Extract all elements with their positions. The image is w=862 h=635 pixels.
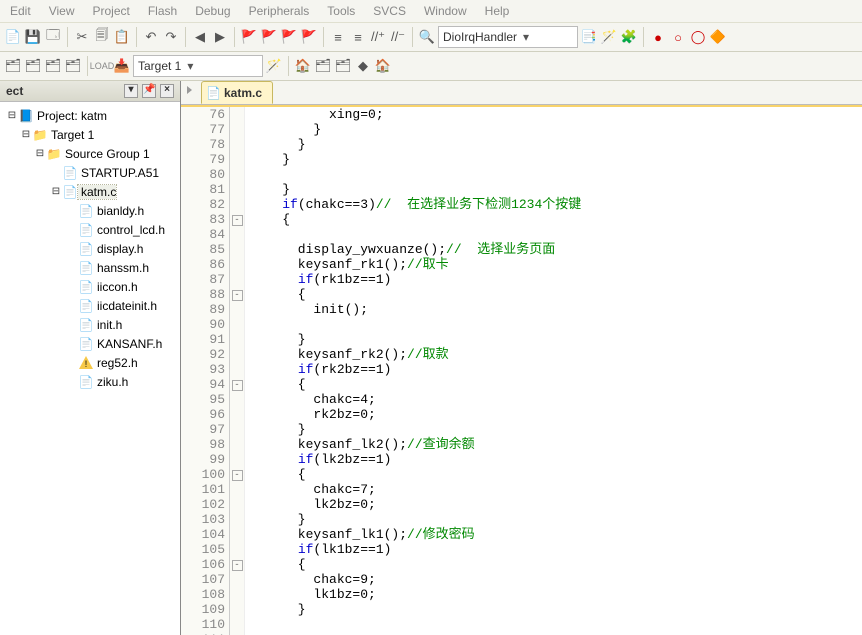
project-panel: ect ▾ 📌 × ⊟📘Project: katm⊟📁Target 1⊟📁Sou… bbox=[0, 81, 181, 635]
editor-tabbar: 📄 katm.c bbox=[181, 81, 862, 105]
find-icon[interactable]: 🔍 bbox=[418, 28, 436, 46]
menu-edit[interactable]: Edit bbox=[5, 4, 36, 18]
panel-pin-icon[interactable]: ▾ bbox=[124, 84, 138, 98]
tree-node[interactable]: 📄ziku.h bbox=[2, 372, 178, 391]
panel-close-icon[interactable]: × bbox=[160, 84, 174, 98]
function-combo[interactable]: DioIrqHandler ▾ bbox=[438, 26, 578, 48]
tab-katm-c[interactable]: 📄 katm.c bbox=[201, 81, 273, 104]
menu-view[interactable]: View bbox=[44, 4, 80, 18]
copy-icon[interactable]: 🗐 bbox=[93, 28, 111, 46]
tree-node[interactable]: ⊟📁Source Group 1 bbox=[2, 144, 178, 163]
target-combo-value: Target 1 bbox=[138, 59, 181, 73]
tree-node[interactable]: 📄iiccon.h bbox=[2, 277, 178, 296]
function-combo-value: DioIrqHandler bbox=[443, 30, 517, 44]
line-number-gutter: 7677787980818283848586878889909192939495… bbox=[181, 107, 230, 635]
bookmark-next-icon[interactable]: 🚩 bbox=[280, 28, 298, 46]
build-3-icon[interactable]: 🗂 bbox=[44, 57, 62, 75]
bookmark-flag-icon[interactable]: 🚩 bbox=[240, 28, 258, 46]
c-file-icon: 📄 bbox=[206, 86, 220, 100]
tree-node[interactable]: ⊟📁Target 1 bbox=[2, 125, 178, 144]
tree-node[interactable]: 📄bianldy.h bbox=[2, 201, 178, 220]
uncomment-icon[interactable]: //⁻ bbox=[389, 28, 407, 46]
tree-node[interactable]: 📄display.h bbox=[2, 239, 178, 258]
menu-flash[interactable]: Flash bbox=[143, 4, 182, 18]
fold-toggle[interactable]: - bbox=[232, 470, 243, 481]
chevron-down-icon: ▾ bbox=[187, 59, 193, 73]
back-icon[interactable]: ◀ bbox=[191, 28, 209, 46]
undo-icon[interactable]: ↶ bbox=[142, 28, 160, 46]
comment-icon[interactable]: //⁺ bbox=[369, 28, 387, 46]
menu-project[interactable]: Project bbox=[87, 4, 134, 18]
tree-node[interactable]: ⊟📘Project: katm bbox=[2, 106, 178, 125]
fold-toggle[interactable]: - bbox=[232, 560, 243, 571]
cut-icon[interactable]: ✂ bbox=[73, 28, 91, 46]
panel-title: ect bbox=[6, 84, 23, 98]
home-icon[interactable]: 🏠 bbox=[374, 57, 392, 75]
bookmark-prev-icon[interactable]: 🚩 bbox=[260, 28, 278, 46]
target-combo[interactable]: Target 1 ▾ bbox=[133, 55, 263, 77]
manage-3-icon[interactable]: ◆ bbox=[354, 57, 372, 75]
nav-2-icon[interactable]: 🧩 bbox=[620, 28, 638, 46]
build-4-icon[interactable]: 🗂 bbox=[64, 57, 82, 75]
menu-debug[interactable]: Debug bbox=[190, 4, 235, 18]
project-tree[interactable]: ⊟📘Project: katm⊟📁Target 1⊟📁Source Group … bbox=[0, 102, 180, 635]
manage-1-icon[interactable]: 🗂 bbox=[314, 57, 332, 75]
debug-bp2-icon[interactable]: ◯ bbox=[689, 28, 707, 46]
debug-gear-icon[interactable]: 🔶 bbox=[709, 28, 727, 46]
target-red-icon[interactable]: 🏠 bbox=[294, 57, 312, 75]
code-content[interactable]: xing=0; } } } } if(chakc==3)// 在选择业务下检测1… bbox=[245, 107, 862, 635]
tree-node[interactable]: 📄init.h bbox=[2, 315, 178, 334]
fold-toggle[interactable]: - bbox=[232, 215, 243, 226]
manage-2-icon[interactable]: 🗂 bbox=[334, 57, 352, 75]
outdent-icon[interactable]: ≡ bbox=[349, 28, 367, 46]
tree-node[interactable]: ⊟📄katm.c bbox=[2, 182, 178, 201]
menu-help[interactable]: Help bbox=[480, 4, 515, 18]
tree-node[interactable]: 📄iicdateinit.h bbox=[2, 296, 178, 315]
menu-peripherals[interactable]: Peripherals bbox=[244, 4, 315, 18]
svg-text:!: ! bbox=[85, 359, 88, 369]
open-icon[interactable]: 💾 bbox=[24, 28, 42, 46]
wand-icon[interactable]: 🪄 bbox=[600, 28, 618, 46]
bookmark-clear-icon[interactable]: 🚩 bbox=[300, 28, 318, 46]
load-icon[interactable]: LOAD bbox=[93, 57, 111, 75]
save-icon[interactable]: 🗔 bbox=[44, 28, 62, 46]
options-icon[interactable]: 🪄 bbox=[265, 57, 283, 75]
menubar: Edit View Project Flash Debug Peripherals Tool… bbox=[0, 0, 862, 23]
indent-icon[interactable]: ≡ bbox=[329, 28, 347, 46]
nav-1-icon[interactable]: 📑 bbox=[580, 28, 598, 46]
new-file-icon[interactable]: 📄 bbox=[4, 28, 22, 46]
fold-gutter[interactable]: - - - - - bbox=[230, 107, 245, 635]
download-icon[interactable]: 📥 bbox=[113, 57, 131, 75]
tree-node[interactable]: 📄STARTUP.A51 bbox=[2, 163, 178, 182]
tree-node[interactable]: 📄control_lcd.h bbox=[2, 220, 178, 239]
paste-icon[interactable]: 📋 bbox=[113, 28, 131, 46]
panel-grip-icon[interactable]: 📌 bbox=[142, 84, 156, 98]
redo-icon[interactable]: ↷ bbox=[162, 28, 180, 46]
toolbar-build: 🗂 🗂 🗂 🗂 LOAD 📥 Target 1 ▾ 🪄 🏠 🗂 🗂 ◆ 🏠 bbox=[0, 52, 862, 81]
build-2-icon[interactable]: 🗂 bbox=[24, 57, 42, 75]
fold-toggle[interactable]: - bbox=[232, 380, 243, 391]
menu-svcs[interactable]: SVCS bbox=[368, 4, 411, 18]
tree-node[interactable]: 📄KANSANF.h bbox=[2, 334, 178, 353]
menu-window[interactable]: Window bbox=[419, 4, 472, 18]
forward-icon[interactable]: ▶ bbox=[211, 28, 229, 46]
code-editor[interactable]: 7677787980818283848586878889909192939495… bbox=[181, 105, 862, 635]
tree-node[interactable]: !reg52.h bbox=[2, 353, 178, 372]
project-panel-header: ect ▾ 📌 × bbox=[0, 81, 180, 102]
fold-toggle[interactable]: - bbox=[232, 290, 243, 301]
menu-tools[interactable]: Tools bbox=[322, 4, 360, 18]
toolbar-main: 📄 💾 🗔 ✂ 🗐 📋 ↶ ↷ ◀ ▶ 🚩 🚩 🚩 🚩 ≡ ≡ //⁺ //⁻ … bbox=[0, 23, 862, 52]
debug-bp-icon[interactable]: ○ bbox=[669, 28, 687, 46]
debug-stop-icon[interactable]: ● bbox=[649, 28, 667, 46]
build-1-icon[interactable]: 🗂 bbox=[4, 57, 22, 75]
tab-label: katm.c bbox=[224, 86, 262, 100]
tree-node[interactable]: 📄hanssm.h bbox=[2, 258, 178, 277]
chevron-down-icon: ▾ bbox=[523, 30, 529, 44]
